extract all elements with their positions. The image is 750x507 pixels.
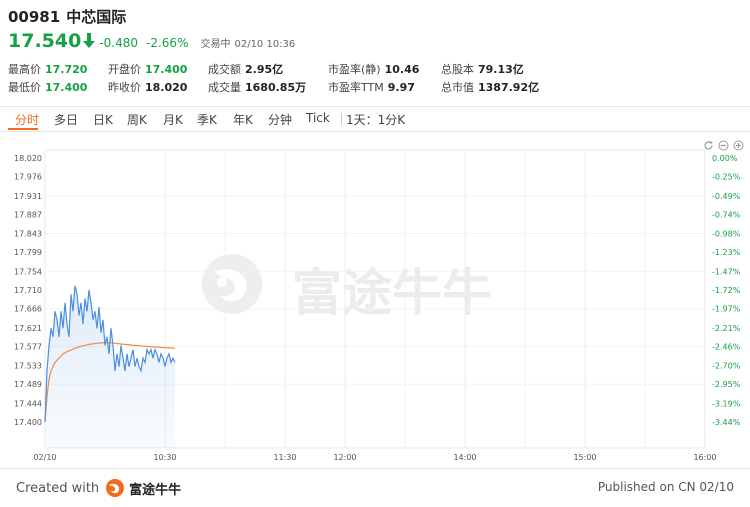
intraday-chart[interactable]: 富途牛牛 18.020 17.976 17.931 17.887 17.843 17.79… <box>0 0 750 470</box>
x-axis-labels: 02/10 10:30 11:30 12:00 14:00 15:00 16:00 <box>33 453 716 462</box>
pct-tick-label: -0.98% <box>712 229 741 238</box>
x-tick-label: 11:30 <box>273 453 296 462</box>
x-tick-label: 10:30 <box>153 453 176 462</box>
y-tick-label: 17.621 <box>14 324 42 333</box>
published-info: Published on CN 02/10 <box>597 480 734 494</box>
y-tick-label: 17.533 <box>14 361 42 370</box>
pct-tick-label: -1.23% <box>712 248 741 257</box>
pct-tick-label: -1.72% <box>712 286 741 295</box>
watermark: 富途牛牛 <box>202 254 492 322</box>
y-tick-label: 17.400 <box>14 418 42 427</box>
footer-divider <box>0 468 750 469</box>
watermark-text: 富途牛牛 <box>292 264 492 322</box>
x-tick-label: 12:00 <box>333 453 356 462</box>
y-tick-label: 17.931 <box>14 192 42 201</box>
y-tick-label: 17.710 <box>14 286 42 295</box>
pct-tick-label: 0.00% <box>712 154 738 163</box>
y-tick-label: 18.020 <box>14 154 42 163</box>
x-tick-label: 16:00 <box>693 453 716 462</box>
x-tick-label: 15:00 <box>573 453 596 462</box>
pct-tick-label: -0.74% <box>712 211 741 220</box>
x-tick-label: 14:00 <box>453 453 476 462</box>
y-tick-label: 17.843 <box>14 229 42 238</box>
pct-tick-label: -3.19% <box>712 399 741 408</box>
futu-logo-icon <box>202 254 262 314</box>
y-tick-label: 17.666 <box>14 305 42 314</box>
pct-tick-label: -1.97% <box>712 305 741 314</box>
pct-tick-label: -2.46% <box>712 343 741 352</box>
brand-name: 富途牛牛 <box>129 482 182 498</box>
pct-tick-label: -2.95% <box>712 380 741 389</box>
x-tick-label: 02/10 <box>33 453 56 462</box>
pct-tick-label: -0.49% <box>712 192 741 201</box>
y-tick-label: 17.489 <box>14 380 42 389</box>
y-tick-label: 17.976 <box>14 173 42 182</box>
pct-axis-labels: 0.00% -0.25% -0.49% -0.74% -0.98% -1.23% -1.47… <box>712 154 741 427</box>
y-tick-label: 17.887 <box>14 211 42 220</box>
pct-tick-label: -3.44% <box>712 418 741 427</box>
created-with: Created with 富途牛牛 <box>16 478 181 498</box>
y-tick-label: 17.799 <box>14 248 42 257</box>
pct-tick-label: -0.25% <box>712 173 741 182</box>
created-with-label: Created with <box>16 480 100 496</box>
pct-tick-label: -2.70% <box>712 361 741 370</box>
y-tick-label: 17.444 <box>14 399 42 408</box>
y-tick-label: 17.577 <box>14 343 42 352</box>
futu-brand-icon <box>106 479 125 497</box>
y-axis-labels: 18.020 17.976 17.931 17.887 17.843 17.799 17.7… <box>14 154 42 427</box>
y-tick-label: 17.754 <box>14 267 42 276</box>
pct-tick-label: -1.47% <box>712 267 741 276</box>
pct-tick-label: -2.21% <box>712 324 741 333</box>
